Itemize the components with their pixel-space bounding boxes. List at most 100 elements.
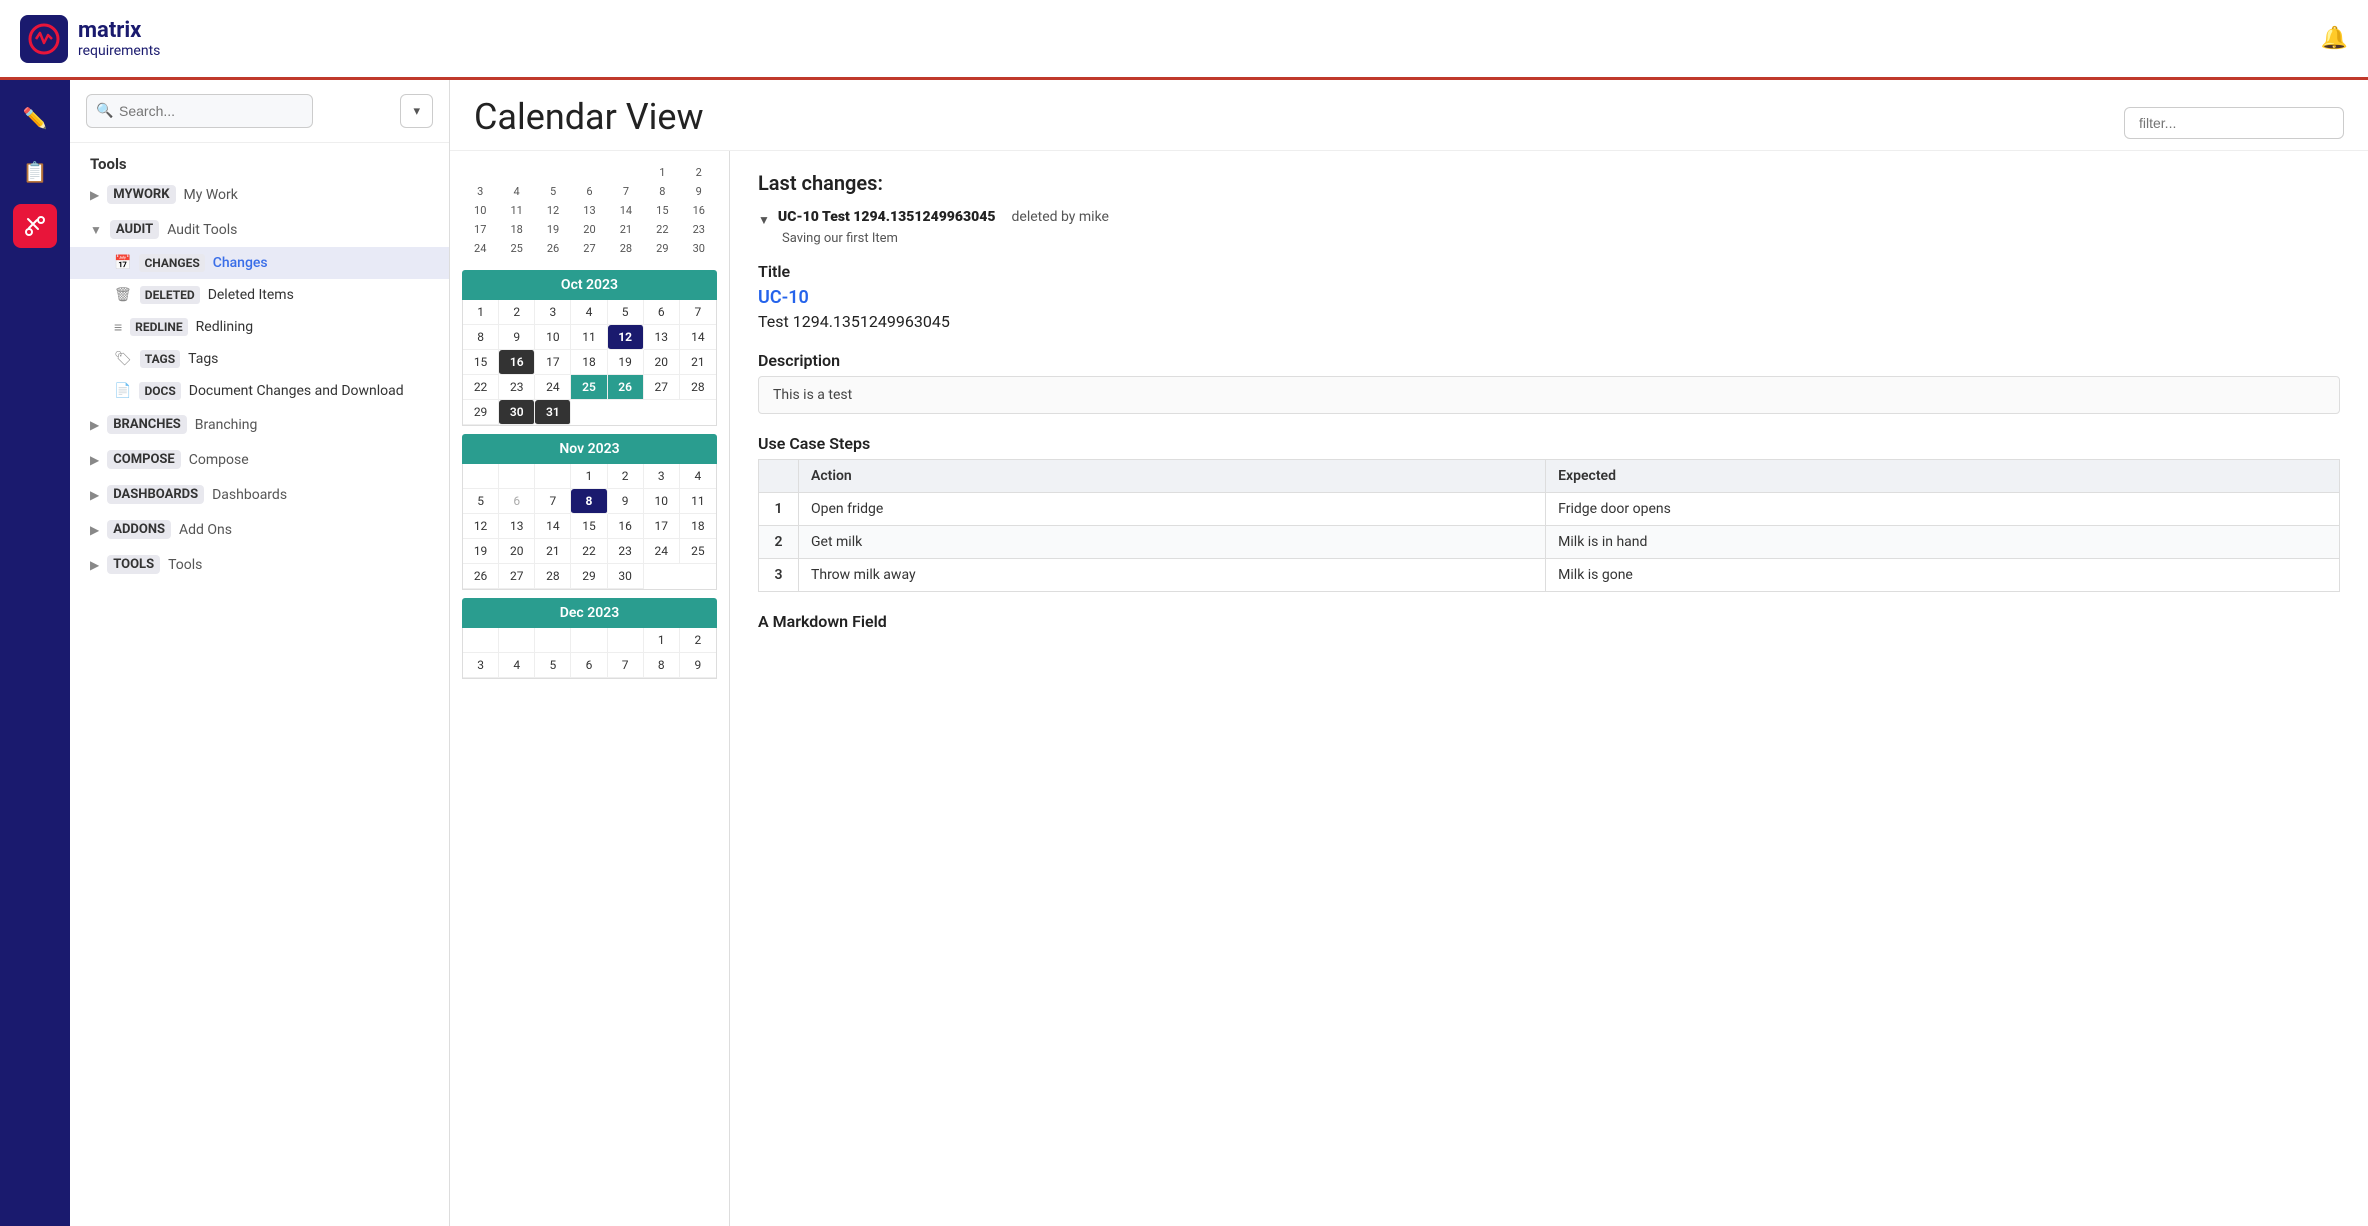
cal-day[interactable]: 9	[499, 325, 535, 350]
cal-day-highlight[interactable]: 31	[535, 400, 571, 425]
cal-empty	[499, 464, 535, 489]
cal-day[interactable]: 4	[571, 300, 607, 325]
cal-day[interactable]: 5	[608, 300, 644, 325]
cal-day[interactable]: 11	[571, 325, 607, 350]
cal-day[interactable]: 1	[571, 464, 607, 489]
cal-day[interactable]: 2	[680, 628, 716, 653]
cal-day[interactable]: 13	[644, 325, 680, 350]
cal-day[interactable]: 9	[680, 653, 716, 678]
cal-day[interactable]: 27	[499, 564, 535, 589]
cal-day-range[interactable]: 26	[608, 375, 644, 400]
step-num: 2	[759, 526, 799, 559]
cal-day[interactable]: 2	[499, 300, 535, 325]
cal-day[interactable]: 20	[499, 539, 535, 564]
cal-day[interactable]: 25	[680, 539, 716, 564]
cal-day[interactable]: 5	[463, 489, 499, 514]
cal-day-highlight[interactable]: 30	[499, 400, 535, 425]
search-dropdown-button[interactable]: ▾	[400, 94, 433, 128]
cal-day[interactable]: 18	[571, 350, 607, 375]
mini-cal-cell: 3	[462, 182, 498, 201]
sidebar-item-tools2[interactable]: ▶ TOOLS Tools	[70, 547, 449, 582]
cal-day[interactable]: 4	[499, 653, 535, 678]
cal-day[interactable]: 7	[680, 300, 716, 325]
cal-day[interactable]: 12	[463, 514, 499, 539]
sidebar-item-changes[interactable]: 📅 CHANGES Changes	[70, 247, 449, 279]
cal-day[interactable]: 2	[608, 464, 644, 489]
cal-day[interactable]: 16	[608, 514, 644, 539]
cal-day-today[interactable]: 8	[571, 489, 607, 514]
mini-cal-cell	[535, 163, 571, 182]
cal-day[interactable]: 29	[571, 564, 607, 589]
sidebar-item-addons[interactable]: ▶ ADDONS Add Ons	[70, 512, 449, 547]
search-input[interactable]	[86, 94, 313, 128]
cal-day[interactable]: 1	[463, 300, 499, 325]
cal-day[interactable]: 3	[644, 464, 680, 489]
cal-day[interactable]: 28	[535, 564, 571, 589]
cal-day[interactable]: 10	[535, 325, 571, 350]
cal-day[interactable]: 24	[535, 375, 571, 400]
sidebar-icon-book[interactable]: 📋	[13, 150, 57, 194]
cal-day[interactable]: 15	[571, 514, 607, 539]
cal-day[interactable]: 15	[463, 350, 499, 375]
cal-day[interactable]: 8	[644, 653, 680, 678]
cal-day[interactable]: 17	[644, 514, 680, 539]
cal-day[interactable]: 27	[644, 375, 680, 400]
cal-day[interactable]: 14	[680, 325, 716, 350]
sidebar-item-compose[interactable]: ▶ COMPOSE Compose	[70, 442, 449, 477]
cal-day[interactable]: 28	[680, 375, 716, 400]
cal-day[interactable]: 17	[535, 350, 571, 375]
cal-day[interactable]: 13	[499, 514, 535, 539]
cal-day[interactable]: 6	[571, 653, 607, 678]
cal-day-muted[interactable]: 6	[499, 489, 535, 514]
cal-day[interactable]: 19	[608, 350, 644, 375]
cal-day[interactable]: 5	[535, 653, 571, 678]
cal-day[interactable]: 1	[644, 628, 680, 653]
mini-cal-cell: 22	[644, 220, 680, 239]
cal-day[interactable]: 22	[571, 539, 607, 564]
sidebar-item-audit[interactable]: ▼ AUDIT Audit Tools	[70, 212, 449, 247]
sidebar-item-branches[interactable]: ▶ BRANCHES Branching	[70, 407, 449, 442]
cal-day[interactable]: 20	[644, 350, 680, 375]
cal-day[interactable]: 30	[608, 564, 644, 589]
cal-day[interactable]: 11	[680, 489, 716, 514]
cal-day[interactable]: 29	[463, 400, 499, 425]
cal-day-highlight[interactable]: 16	[499, 350, 535, 375]
cal-day-today[interactable]: 12	[608, 325, 644, 350]
sidebar-item-tags[interactable]: 🏷 TAGS Tags	[70, 343, 449, 375]
cal-day[interactable]: 3	[463, 653, 499, 678]
cal-day[interactable]: 8	[463, 325, 499, 350]
notification-bell-icon[interactable]: 🔔	[2321, 26, 2348, 51]
cal-day[interactable]: 14	[535, 514, 571, 539]
sidebar-icon-tools[interactable]	[13, 204, 57, 248]
cal-day[interactable]: 10	[644, 489, 680, 514]
uc-link[interactable]: UC-10	[758, 287, 2340, 308]
cal-day[interactable]: 23	[608, 539, 644, 564]
mini-cal-cell: 28	[608, 239, 644, 258]
sidebar-item-mywork[interactable]: ▶ MYWORK My Work	[70, 177, 449, 212]
cal-day[interactable]: 19	[463, 539, 499, 564]
calendar-icon: 📅	[114, 255, 131, 271]
cal-day[interactable]: 9	[608, 489, 644, 514]
sidebar-item-deleted[interactable]: 🗑 DELETED Deleted Items	[70, 279, 449, 311]
sidebar-item-redline[interactable]: ≡ REDLINE Redlining	[70, 311, 449, 343]
cal-day[interactable]: 21	[535, 539, 571, 564]
cal-day[interactable]: 24	[644, 539, 680, 564]
cal-day[interactable]: 7	[608, 653, 644, 678]
filter-input[interactable]	[2124, 107, 2344, 139]
mini-cal-cell	[571, 163, 607, 182]
sidebar-item-docs[interactable]: 📄 DOCS Document Changes and Download	[70, 375, 449, 407]
cal-day-range[interactable]: 25	[571, 375, 607, 400]
cal-day[interactable]: 18	[680, 514, 716, 539]
cal-day[interactable]: 7	[535, 489, 571, 514]
sidebar-item-dashboards[interactable]: ▶ DASHBOARDS Dashboards	[70, 477, 449, 512]
cal-day[interactable]: 23	[499, 375, 535, 400]
cal-day[interactable]: 22	[463, 375, 499, 400]
sidebar-icon-edit[interactable]: ✏️	[13, 96, 57, 140]
cal-day[interactable]: 21	[680, 350, 716, 375]
redline-icon: ≡	[114, 319, 122, 336]
cal-header-oct: Oct 2023	[462, 270, 717, 300]
cal-day[interactable]: 26	[463, 564, 499, 589]
cal-day[interactable]: 3	[535, 300, 571, 325]
cal-day[interactable]: 6	[644, 300, 680, 325]
cal-day[interactable]: 4	[680, 464, 716, 489]
